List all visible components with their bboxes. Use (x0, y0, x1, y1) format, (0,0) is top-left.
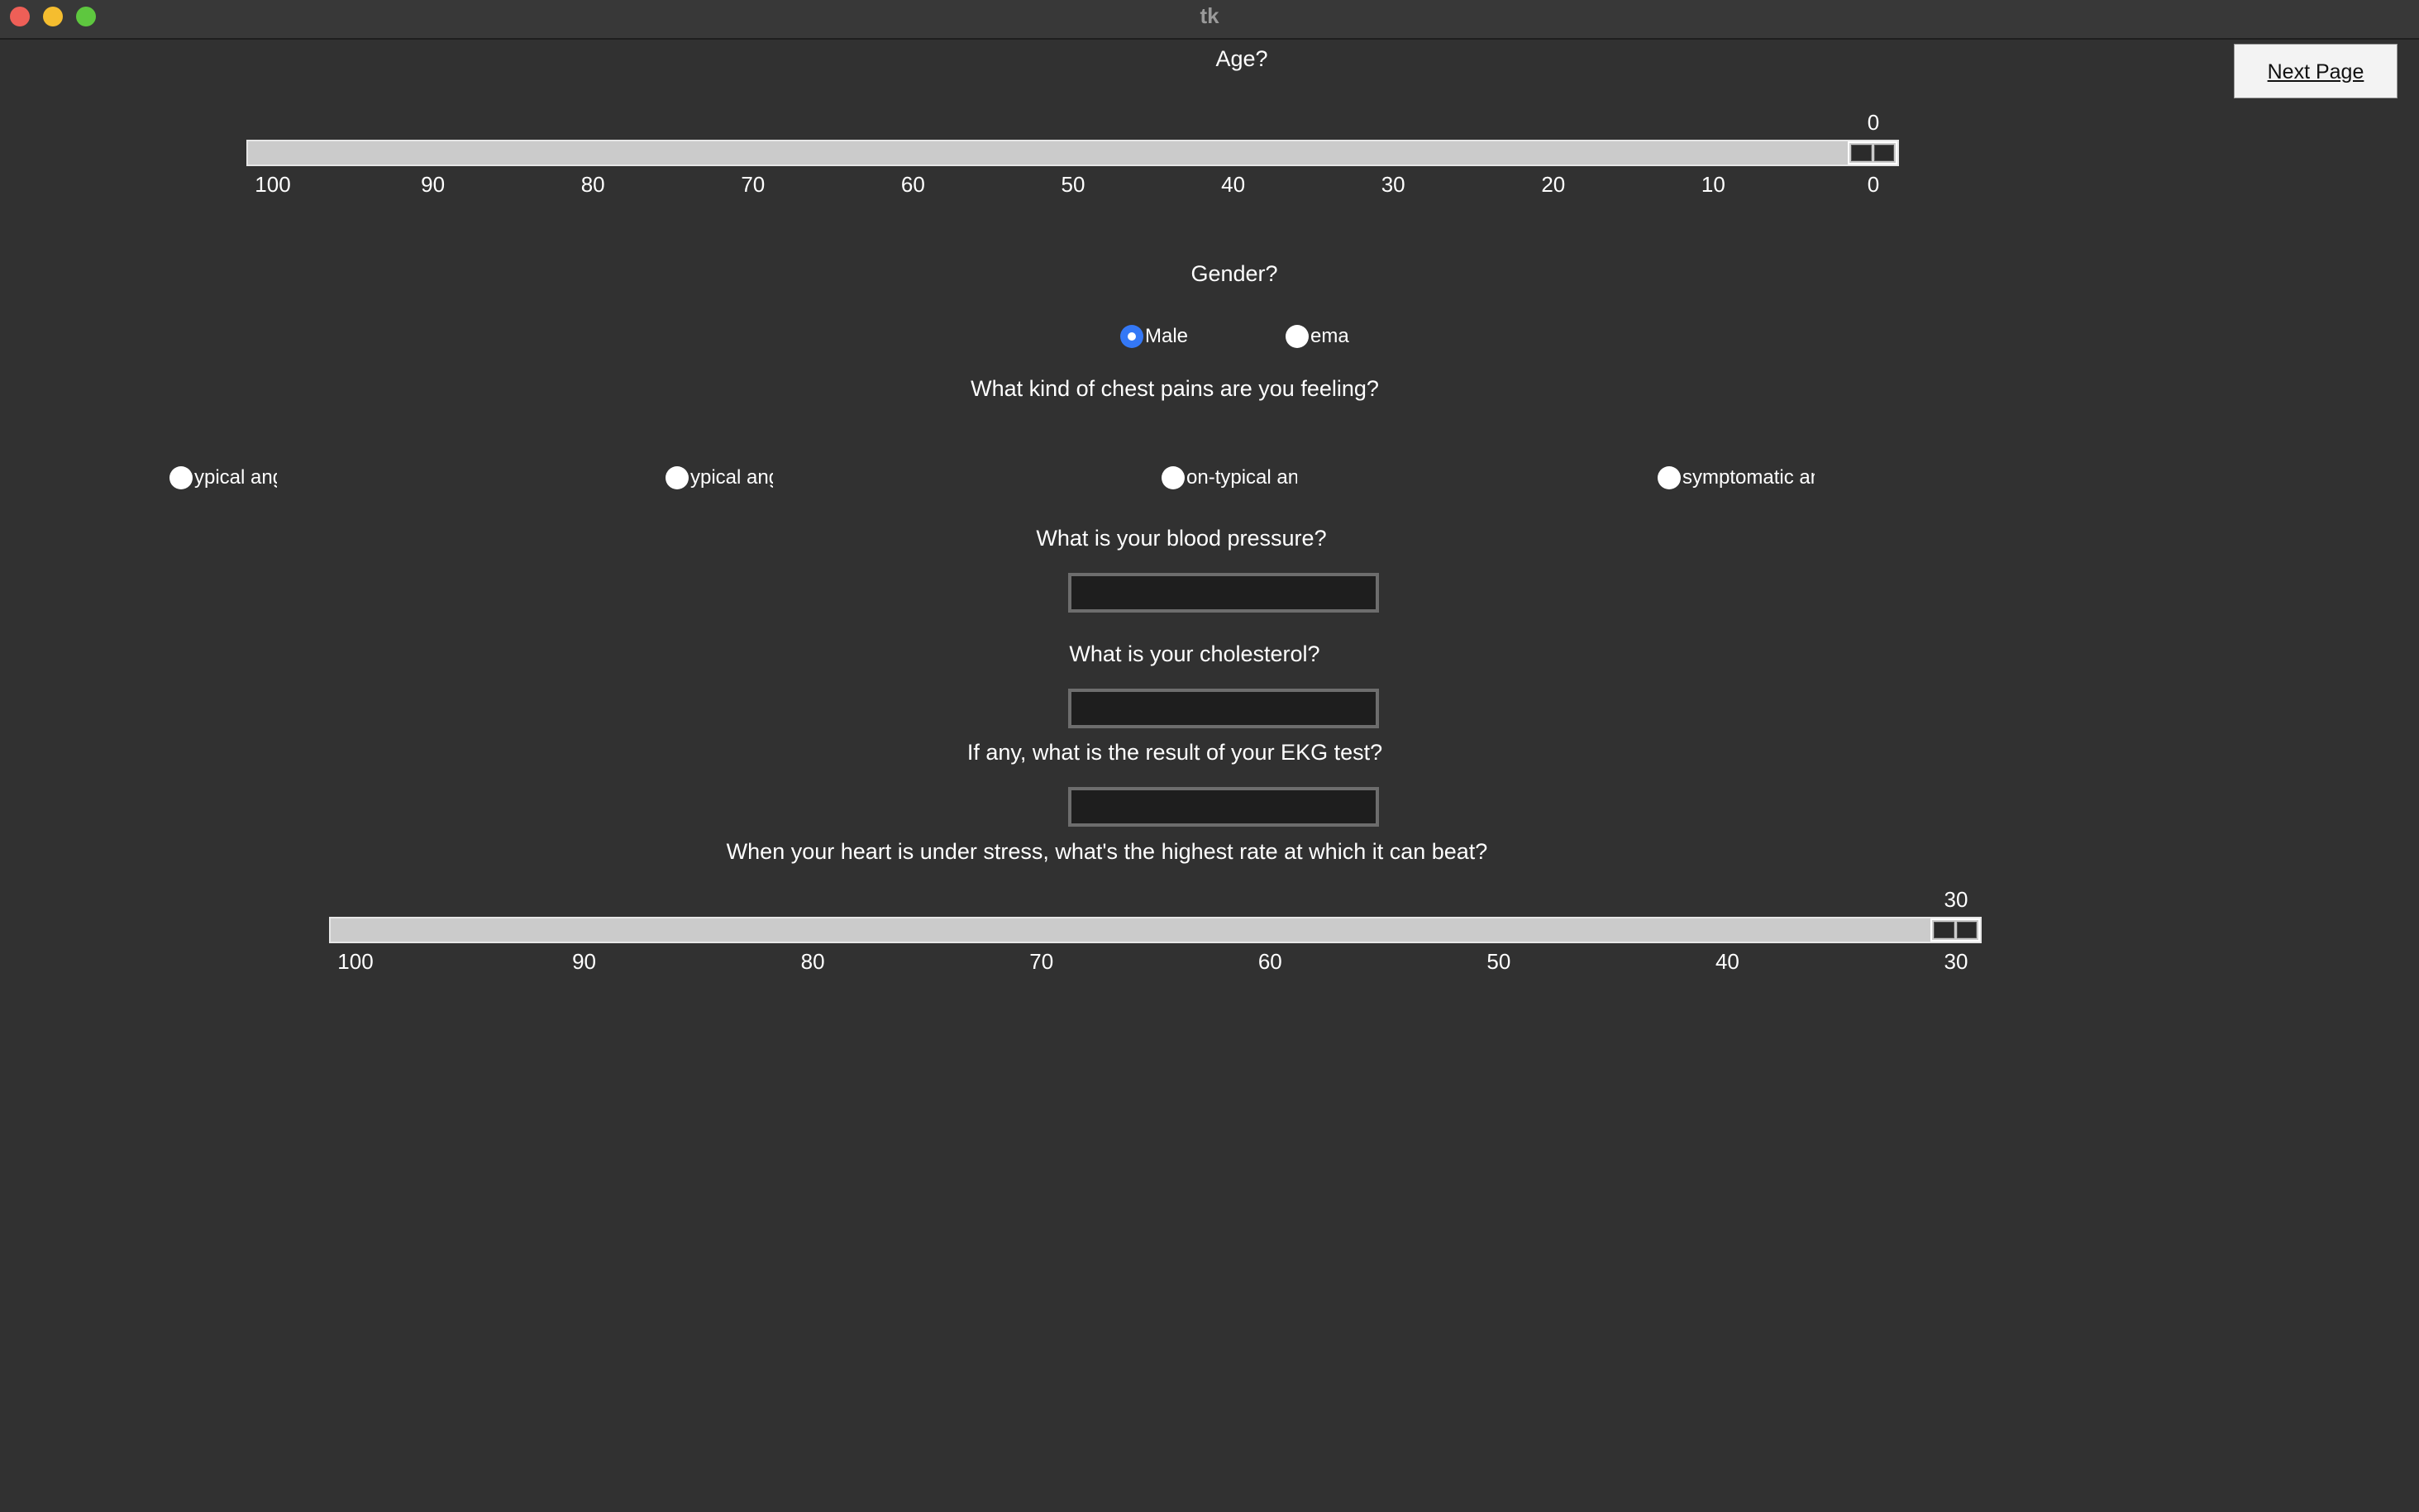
age-scale-tick-label: 50 (1061, 172, 1085, 197)
age-scale-trough[interactable] (246, 140, 1899, 166)
ekg-input[interactable] (1068, 787, 1379, 827)
max-heart-rate-scale-tick-label: 50 (1486, 949, 1511, 974)
cholesterol-question: What is your cholesterol? (1069, 642, 1320, 666)
max-heart-rate-scale-tick-label: 40 (1715, 949, 1739, 974)
age-scale-tick-label: 80 (580, 172, 605, 197)
age-scale-tick-label: 0 (1867, 172, 1880, 197)
chest-pain-question: What kind of chest pains are you feeling… (971, 376, 1379, 401)
max-heart-rate-scale-tick-label: 100 (337, 949, 374, 974)
radio-indicator[interactable] (1658, 466, 1681, 489)
age-scale-tick-label: 20 (1541, 172, 1566, 197)
blood-pressure-question: What is your blood pressure? (1036, 526, 1327, 551)
radio-indicator[interactable] (1162, 466, 1185, 489)
max-heart-rate-scale-tick-label: 60 (1257, 949, 1282, 974)
chest-pain-option-non-typical-angina[interactable]: on-typical angir (1162, 465, 1297, 490)
radio-indicator[interactable] (1286, 325, 1309, 348)
chest-pain-option-asymptomatic[interactable]: symptomatic angir (1658, 465, 1815, 490)
max-heart-rate-scale-tick-label: 80 (800, 949, 825, 974)
age-scale-tick-label: 60 (900, 172, 925, 197)
gender-option-female[interactable]: emal (1286, 324, 1350, 349)
age-scale-value: 0 (1867, 110, 1880, 135)
next-page-button[interactable]: Next Page (2234, 44, 2398, 98)
chest-pain-option-label: ypical angin (194, 466, 277, 489)
gender-option-label: Male (1145, 325, 1189, 347)
age-scale-tick-label: 30 (1381, 172, 1405, 197)
chest-pain-option-typical-angina[interactable]: ypical angin (169, 465, 277, 490)
max-heart-rate-question: When your heart is under stress, what's … (726, 839, 1488, 864)
radio-indicator[interactable] (666, 466, 689, 489)
ekg-question: If any, what is the result of your EKG t… (966, 740, 1383, 765)
age-scale-thumb[interactable] (1848, 141, 1897, 165)
radio-indicator[interactable] (1120, 325, 1143, 348)
age-scale-tick-label: 90 (421, 172, 446, 197)
cholesterol-input[interactable] (1068, 689, 1379, 728)
chest-pain-option-label: on-typical angir (1186, 466, 1297, 489)
chest-pain-option-label: symptomatic angir (1682, 466, 1815, 489)
window-title: tk (1200, 3, 1219, 28)
title-bar: tk (0, 0, 2419, 40)
app-window: tk Next Page Age? 0 100 90 80 70 60 50 40 30 20 1… (0, 0, 2419, 1512)
gender-option-label: emal (1310, 325, 1350, 347)
max-heart-rate-scale-tick-label: 30 (1944, 949, 1968, 974)
blood-pressure-input[interactable] (1068, 573, 1379, 613)
max-heart-rate-scale-tick-label: 70 (1029, 949, 1054, 974)
radio-indicator[interactable] (169, 466, 193, 489)
chest-pain-option-label: ypical angi (690, 466, 773, 489)
age-scale-tick-label: 100 (255, 172, 291, 197)
age-scale-tick-label: 10 (1701, 172, 1725, 197)
age-scale-tick-label: 70 (741, 172, 766, 197)
chest-pain-option-atypical-angina[interactable]: ypical angi (666, 465, 773, 490)
max-heart-rate-scale-trough[interactable] (329, 917, 1982, 943)
gender-option-male[interactable]: Male (1120, 324, 1228, 349)
max-heart-rate-scale-thumb[interactable] (1930, 918, 1980, 942)
age-question: Age? (1215, 46, 1268, 71)
age-scale-tick-label: 40 (1221, 172, 1246, 197)
max-heart-rate-scale-value: 30 (1944, 887, 1968, 912)
gender-question: Gender? (1190, 261, 1278, 286)
max-heart-rate-scale-tick-label: 90 (572, 949, 597, 974)
